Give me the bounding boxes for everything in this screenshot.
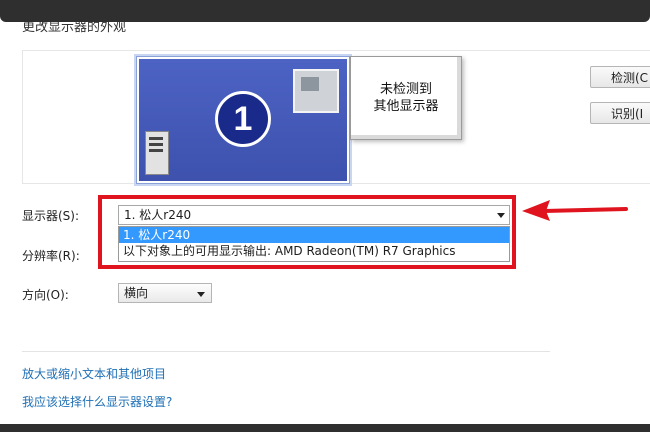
- corner-fragment: [630, 330, 650, 344]
- orientation-select-value: 横向: [124, 286, 149, 300]
- computer-tower-icon: [145, 131, 169, 175]
- enlarge-text-link[interactable]: 放大或缩小文本和其他项目: [22, 365, 166, 382]
- annotation-arrow-icon: [522, 200, 628, 221]
- detect-button[interactable]: 检测(C: [590, 66, 650, 88]
- identify-button[interactable]: 识别(I: [590, 102, 650, 124]
- monitor-not-detected-line1: 未检测到: [379, 82, 432, 97]
- chevron-down-icon[interactable]: [197, 292, 205, 297]
- window-thumbnail-icon: [293, 69, 339, 113]
- monitor-not-detected-text: 未检测到 其他显示器: [373, 81, 438, 115]
- window-title-bar: [0, 0, 650, 22]
- monitor-number: 1: [215, 91, 271, 147]
- monitor-not-detected-tile[interactable]: 未检测到 其他显示器: [350, 56, 462, 140]
- orientation-select[interactable]: 横向: [118, 283, 212, 303]
- orientation-label: 方向(O):: [22, 288, 69, 302]
- bottom-frame-bar: [0, 424, 650, 432]
- resolution-label: 分辨率(R):: [22, 249, 80, 263]
- monitor-1-tile[interactable]: 1: [136, 56, 350, 184]
- annotation-highlight-box: [98, 195, 516, 269]
- which-settings-link[interactable]: 我应该选择什么显示器设置?: [22, 393, 172, 410]
- display-label: 显示器(S):: [22, 209, 80, 223]
- monitor-not-detected-line2: 其他显示器: [373, 99, 439, 114]
- section-divider: [22, 351, 550, 352]
